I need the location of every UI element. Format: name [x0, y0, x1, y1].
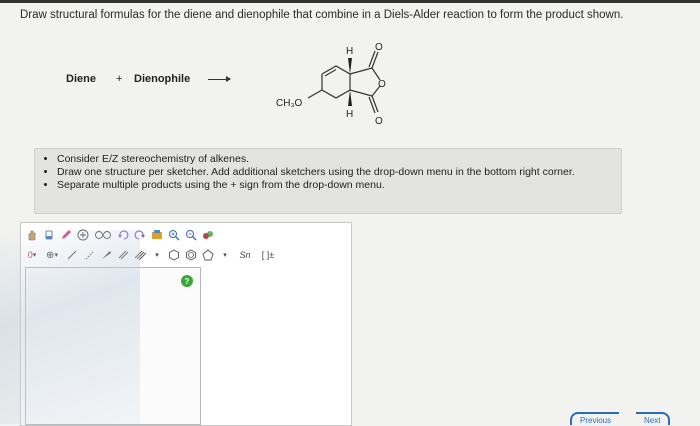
instructions-box: Consider E/Z stereochemistry of alkenes.…: [34, 148, 622, 214]
chevron-down-icon: ▾: [155, 252, 159, 259]
top-bar: [0, 0, 700, 3]
question-text: Draw structural formulas for the diene a…: [20, 9, 624, 21]
template-icon[interactable]: [150, 228, 164, 242]
cyclohexane-icon[interactable]: [167, 248, 181, 262]
chain-icon[interactable]: [93, 228, 113, 242]
eraser-icon[interactable]: [42, 228, 56, 242]
svg-text:H: H: [346, 46, 353, 57]
single-bond-icon[interactable]: [65, 248, 79, 262]
instruction-item: Consider E/Z stereochemistry of alkenes.: [57, 153, 621, 166]
chemical-sketcher: 0 ▾ ⊕ ▾ ▾ ▾ Sn [ ]± ?: [20, 222, 352, 426]
svg-text:H: H: [346, 109, 353, 120]
triple-bond-icon[interactable]: [133, 248, 147, 262]
svg-text:O: O: [375, 116, 383, 127]
plus-sign: +: [116, 73, 123, 85]
wedge-bond-icon[interactable]: [99, 248, 113, 262]
bond-dropdown[interactable]: ▾: [150, 248, 164, 262]
hand-icon[interactable]: [25, 228, 39, 242]
atom-color-icon[interactable]: [201, 228, 215, 242]
product-structure: CH₃O O O O H H: [276, 42, 386, 127]
ring-dropdown[interactable]: ▾: [218, 248, 232, 262]
redo-icon[interactable]: [133, 228, 147, 242]
svg-text:O: O: [375, 42, 383, 53]
zoom-out-icon[interactable]: [184, 228, 198, 242]
add-atom-icon[interactable]: [76, 228, 90, 242]
plus-circle-dropdown[interactable]: ⊕ ▾: [42, 248, 62, 262]
reaction-arrow: [208, 76, 231, 82]
drawing-canvas[interactable]: [25, 267, 201, 425]
instruction-item: Draw one structure per sketcher. Add add…: [57, 166, 621, 179]
cyclopentane-icon[interactable]: [201, 248, 215, 262]
instruction-item: Separate multiple products using the + s…: [57, 179, 621, 192]
sketcher-toolbar-bottom: 0 ▾ ⊕ ▾ ▾ ▾ Sn [ ]±: [25, 247, 278, 263]
sgroup-button[interactable]: Sn: [235, 248, 255, 262]
svg-text:O: O: [378, 79, 386, 90]
dienophile-label: Dienophile: [134, 73, 191, 85]
chevron-down-icon: ▾: [223, 252, 227, 259]
benzene-icon[interactable]: [184, 248, 198, 262]
reaction-scheme: Diene + Dienophile CH₃O O O O H H: [0, 30, 700, 145]
charge-dropdown[interactable]: 0 ▾: [25, 248, 39, 262]
sketcher-toolbar-top: [25, 227, 215, 243]
double-bond-icon[interactable]: [116, 248, 130, 262]
undo-icon[interactable]: [116, 228, 130, 242]
chevron-down-icon: ▾: [54, 252, 58, 259]
zoom-in-icon[interactable]: [167, 228, 181, 242]
chevron-down-icon: ▾: [32, 252, 37, 259]
next-button[interactable]: Next: [636, 412, 671, 425]
bracket-button[interactable]: [ ]±: [258, 248, 278, 262]
previous-button[interactable]: Previous: [570, 412, 620, 425]
hash-bond-icon[interactable]: [82, 248, 96, 262]
diene-label: Diene: [66, 73, 96, 85]
methoxy-label: CH₃O: [276, 98, 303, 109]
pencil-icon[interactable]: [59, 228, 73, 242]
help-icon[interactable]: ?: [181, 275, 193, 287]
